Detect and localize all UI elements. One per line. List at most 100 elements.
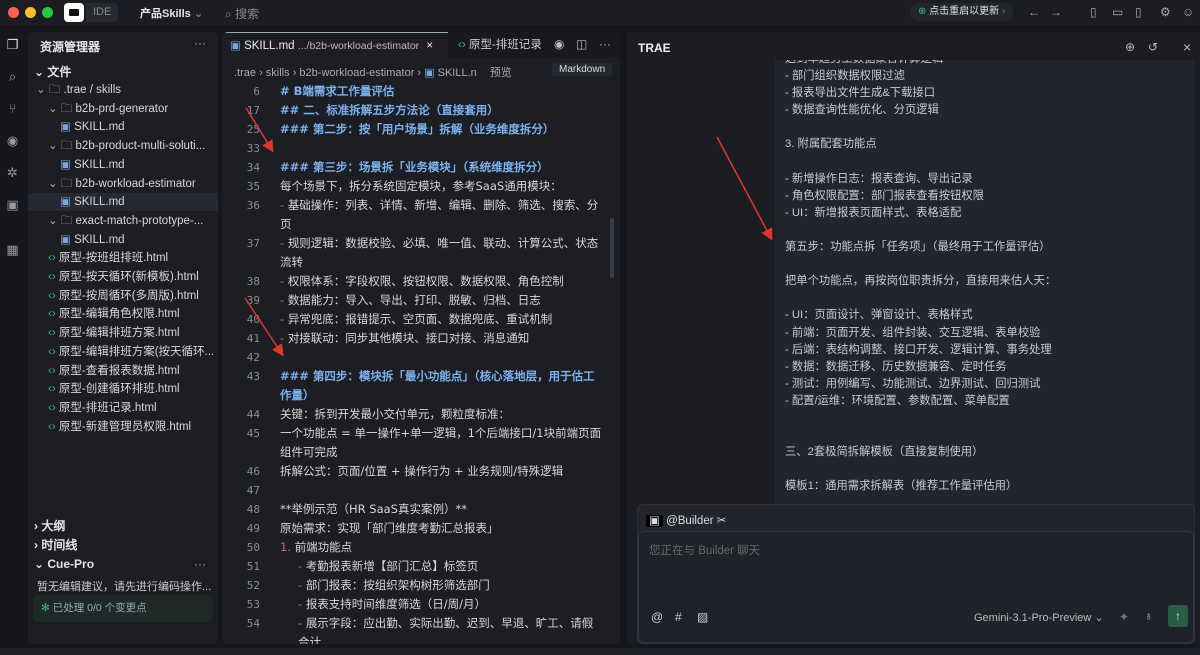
- list-marker: -: [280, 236, 288, 250]
- cue-more-button[interactable]: ···: [194, 557, 206, 571]
- explorer-files-icon[interactable]: ❐: [4, 37, 21, 53]
- line-text: **举例示范（HR SaaS真实案例）**: [280, 502, 467, 516]
- code-line: 50 1. 前端功能点: [222, 538, 612, 557]
- breadcrumb-item[interactable]: skills: [266, 67, 290, 79]
- cue-pro-section-header[interactable]: ⌄ Cue-Pro: [34, 557, 94, 571]
- html-file-icon: ‹›: [48, 345, 59, 358]
- toggle-left-panel-icon[interactable]: ▯: [1090, 5, 1097, 19]
- tree-file[interactable]: ‹› 原型-按天循环(新模板).html: [28, 268, 218, 286]
- code-line: 47: [222, 481, 612, 500]
- tree-file[interactable]: ‹› 原型-按班组排班.html: [28, 249, 218, 267]
- code-lines[interactable]: 6 # B端需求工作量评估 17 ## 二、标准拆解五步方法论（直接套用） 25 ### …: [222, 82, 612, 644]
- close-panel-icon[interactable]: ×: [1183, 39, 1191, 55]
- files-section-header[interactable]: ⌄ 文件: [34, 63, 71, 80]
- tree-file[interactable]: ‹› 原型-编辑排班方案.html: [28, 324, 218, 342]
- toggle-right-panel-icon[interactable]: ▯: [1135, 5, 1142, 19]
- tree-file[interactable]: ‹› 原型-编辑排班方案(按天循环...: [28, 343, 218, 361]
- history-icon[interactable]: ↺: [1148, 40, 1158, 54]
- chat-line: [785, 222, 1185, 239]
- breadcrumb: .trae › skills › b2b-workload-estimator …: [234, 67, 512, 79]
- settings-gear-icon[interactable]: ⚙: [1160, 5, 1171, 19]
- markdown-mode-button[interactable]: Markdown: [552, 63, 613, 76]
- back-arrow-icon[interactable]: ←: [1028, 5, 1040, 19]
- chat-line: [785, 290, 1185, 307]
- microphone-icon[interactable]: ♁: [1144, 609, 1153, 623]
- code-line: 45 一个功能点 = 单一操作+单一逻辑，1个后端接口/1块前端页面组件可完成: [222, 424, 612, 462]
- search-code-icon[interactable]: ⌕: [4, 69, 21, 85]
- line-text: 权限体系：字段权限、按钮权限、数据权限、角色控制: [287, 274, 564, 288]
- code-line: 37 - 规则逻辑：数据校验、必填、唯一值、联动、计算公式、状态流转: [222, 234, 612, 272]
- chat-line: - 前端：页面开发、组件封装、交互逻辑、表单校验: [785, 326, 1041, 339]
- tree-file[interactable]: ‹› 原型-编辑角色权限.html: [28, 305, 218, 323]
- breadcrumb-item[interactable]: SKILL.n: [438, 67, 477, 79]
- cue-pro-message: 暂无编辑建议，请先进行编码操作...: [37, 581, 212, 593]
- preview-button[interactable]: 预览: [490, 67, 512, 79]
- line-text: 关键：拆到开发最小交付单元，颗粒度标准：: [280, 407, 510, 421]
- maximize-window-button[interactable]: [42, 7, 53, 18]
- explorer-more-button[interactable]: ···: [194, 36, 206, 50]
- forward-arrow-icon[interactable]: →: [1050, 5, 1062, 19]
- tree-file[interactable]: ▣ SKILL.md: [28, 118, 218, 136]
- project-name: 产品Skills: [140, 8, 191, 20]
- folder-icon: ⌄ 🗀: [48, 214, 76, 227]
- chevron-down-icon: ⌄: [193, 8, 204, 20]
- image-upload-icon[interactable]: ▨: [697, 610, 708, 624]
- tree-folder[interactable]: ⌄ 🗀 exact-match-prototype-...: [28, 212, 218, 230]
- send-button[interactable]: ↑: [1168, 605, 1188, 627]
- timeline-section-header[interactable]: › 时间线: [34, 536, 77, 553]
- hash-context-icon[interactable]: #: [675, 610, 682, 624]
- tree-file[interactable]: ‹› 原型-按周循环(多周版).html: [28, 287, 218, 305]
- tree-folder[interactable]: ⌄ 🗀 b2b-prd-generator: [28, 100, 218, 118]
- toggle-bottom-panel-icon[interactable]: ▭: [1112, 5, 1123, 19]
- chat-line: [785, 410, 1185, 427]
- editor-scrollbar[interactable]: [610, 218, 614, 278]
- tree-file[interactable]: ▣ SKILL.md: [28, 231, 218, 249]
- tree-folder[interactable]: ⌄ 🗀 .trae / skills: [28, 81, 218, 99]
- line-number: 35: [246, 180, 260, 193]
- tree-folder[interactable]: ⌄ 🗀 b2b-workload-estimator: [28, 175, 218, 193]
- debug-bug-icon[interactable]: ✲: [4, 165, 21, 181]
- breadcrumb-item[interactable]: .trae: [234, 67, 256, 79]
- sparkle-icon[interactable]: ✦: [1119, 610, 1129, 624]
- restart-update-button[interactable]: ⊕ 点击重启以更新 ›: [910, 3, 1014, 21]
- line-text: 每个场景下，拆分系统固定模块，参考SaaS通用模块：: [280, 179, 562, 193]
- line-number: 49: [246, 522, 260, 535]
- project-switcher[interactable]: 产品Skills ⌄: [140, 5, 203, 21]
- breadcrumb-item[interactable]: b2b-workload-estimator: [299, 67, 414, 79]
- tree-item-label: SKILL.md: [74, 121, 125, 134]
- chat-textarea[interactable]: 您正在与 Builder 聊天 @ # ▨ Gemini-3.1-Pro-Pre…: [638, 531, 1194, 643]
- preview-eye-icon[interactable]: ◉: [4, 133, 21, 149]
- tab-skill-md[interactable]: ▣ SKILL.md .../b2b-workload-estimator ×: [222, 32, 448, 58]
- tree-file[interactable]: ▣ SKILL.md: [28, 193, 218, 212]
- close-window-button[interactable]: [8, 7, 19, 18]
- ide-mode-label[interactable]: IDE: [86, 3, 118, 22]
- source-control-icon[interactable]: ⑂: [4, 101, 21, 116]
- extensions-grid-icon[interactable]: ▦: [4, 242, 21, 258]
- tree-file[interactable]: ‹› 原型-新建管理员权限.html: [28, 418, 218, 436]
- trae-logo-icon: [64, 3, 84, 22]
- minimize-window-button[interactable]: [25, 7, 36, 18]
- tree-file[interactable]: ‹› 原型-排班记录.html: [28, 399, 218, 417]
- tree-file[interactable]: ‹› 原型-创建循环排班.html: [28, 380, 218, 398]
- split-editor-icon[interactable]: ◫: [576, 37, 587, 51]
- list-marker: -: [298, 578, 306, 592]
- agent-selector[interactable]: ▣ @Builder ✂: [646, 513, 726, 527]
- remote-monitor-icon[interactable]: ▣: [4, 197, 21, 213]
- preview-eye-icon[interactable]: ◉: [554, 37, 564, 51]
- mention-at-icon[interactable]: @: [651, 610, 663, 624]
- chat-line: - UI：新增报表页面样式、表格适配: [785, 206, 962, 219]
- outline-section-header[interactable]: › 大纲: [34, 517, 65, 534]
- tree-folder[interactable]: ⌄ 🗀 b2b-product-multi-soluti...: [28, 137, 218, 155]
- tab-prototype-html[interactable]: ‹› 原型-排班记录: [450, 32, 542, 58]
- close-tab-icon[interactable]: ×: [426, 40, 433, 52]
- account-avatar-icon[interactable]: ☺: [1182, 5, 1194, 19]
- search-box[interactable]: ⌕ 搜索: [225, 5, 259, 22]
- model-selector[interactable]: Gemini-3.1-Pro-Preview ⌄: [974, 611, 1104, 624]
- new-chat-icon[interactable]: ⊕: [1125, 40, 1135, 54]
- markdown-file-icon: ▣: [60, 196, 75, 209]
- more-actions-icon[interactable]: ···: [599, 37, 611, 51]
- line-text: ### 第四步：模块拆「最小功能点」（核心落地层，用于估工作量）: [280, 369, 595, 402]
- tree-file[interactable]: ‹› 原型-查看报表数据.html: [28, 362, 218, 380]
- line-number: 43: [246, 370, 260, 383]
- tree-file[interactable]: ▣ SKILL.md: [28, 156, 218, 174]
